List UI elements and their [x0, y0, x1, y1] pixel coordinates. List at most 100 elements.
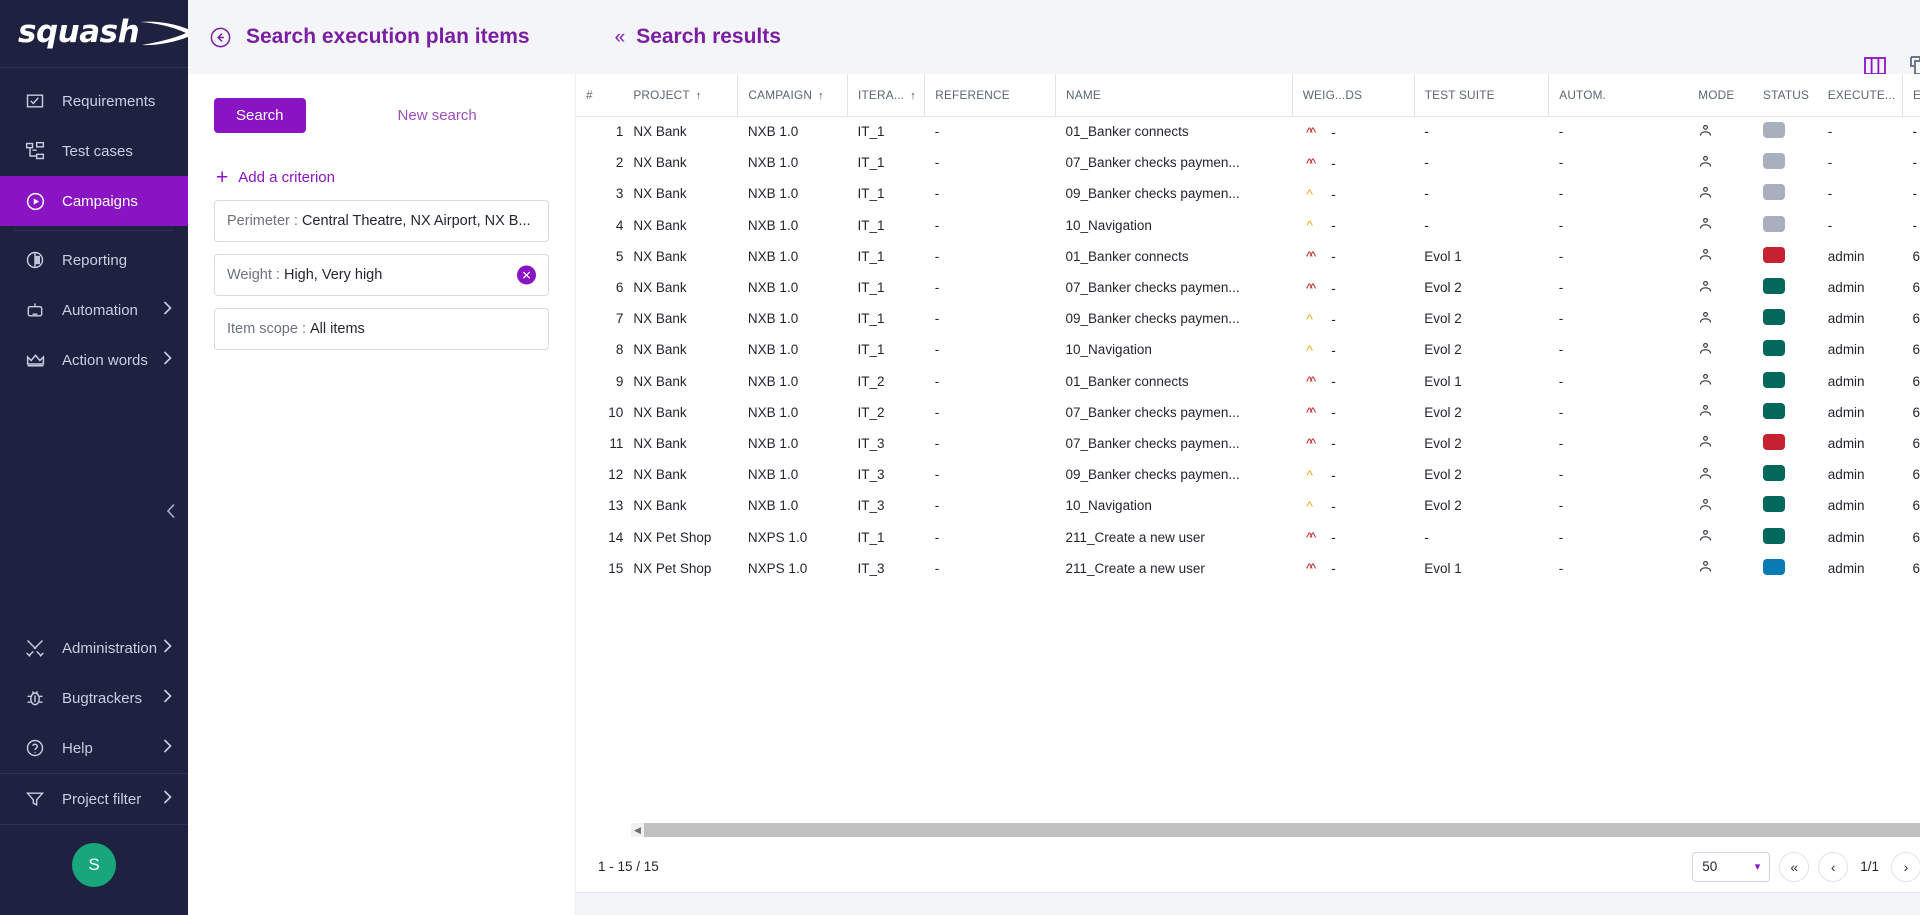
sidebar-item-automation[interactable]: Automation	[0, 285, 188, 335]
col-header-test-suite[interactable]: TEST SUITE	[1414, 74, 1549, 116]
criterion-value: Central Theatre, NX Airport, NX B...	[302, 213, 531, 229]
table-row[interactable]: 3NX BankNXB 1.0IT_1-09_Banker checks pay…	[576, 178, 1920, 209]
weight-very-high-icon: ^^	[1302, 404, 1317, 420]
sidebar-item-project-filter[interactable]: Project filter	[0, 774, 188, 824]
search-results-panel-toggle[interactable]: « Search results	[615, 25, 781, 49]
next-page-button[interactable]: ›	[1891, 852, 1920, 882]
col-label: EXECUTE...	[1828, 88, 1896, 102]
sidebar-item-label: Automation	[62, 302, 138, 319]
cell-weight-extra: -	[1331, 125, 1336, 140]
col-header-mode[interactable]: MODE	[1688, 74, 1753, 116]
search-results-title: Search results	[636, 25, 781, 49]
sidebar-item-bugtrackers[interactable]: Bugtrackers	[0, 673, 188, 723]
table-row[interactable]: 5NX BankNXB 1.0IT_1-01_Banker connects^^…	[576, 241, 1920, 272]
search-button[interactable]: Search	[214, 98, 306, 133]
first-page-button[interactable]: «	[1779, 852, 1809, 882]
table-row[interactable]: 1NX BankNXB 1.0IT_1-01_Banker connects^^…	[576, 116, 1920, 147]
weight-high-icon: ^	[1302, 498, 1317, 514]
criterion-weight[interactable]: Weight : High, Very high ✕	[214, 254, 549, 296]
add-criterion-button[interactable]: + Add a criterion	[216, 167, 549, 188]
cell-weight-extra: -	[1331, 499, 1336, 514]
sidebar-item-requirements[interactable]: Requirements	[0, 76, 188, 126]
table-row[interactable]: 4NX BankNXB 1.0IT_1-10_Navigation^-----	[576, 210, 1920, 241]
col-header-project[interactable]: PROJECT↑	[623, 74, 738, 116]
sidebar-item-label: Reporting	[62, 252, 127, 269]
scroll-left-arrow-icon[interactable]: ◀	[631, 825, 644, 836]
cell-executed-by: admin	[1818, 459, 1903, 490]
clear-criterion-button[interactable]: ✕	[517, 266, 536, 285]
app-logo[interactable]: squash	[0, 0, 188, 68]
status-badge	[1763, 122, 1785, 138]
columns-icon[interactable]	[1864, 56, 1886, 76]
col-header-iteration[interactable]: ITERA...↑	[848, 74, 925, 116]
table-row[interactable]: 13NX BankNXB 1.0IT_3-10_Navigation^-Evol…	[576, 490, 1920, 521]
footer-strip	[576, 893, 1920, 915]
cell-campaign: NXB 1.0	[738, 272, 848, 303]
table-row[interactable]: 2NX BankNXB 1.0IT_1-07_Banker checks pay…	[576, 147, 1920, 178]
sidebar-item-administration[interactable]: Administration	[0, 623, 188, 673]
criterion-item-scope[interactable]: Item scope : All items	[214, 308, 549, 350]
col-header-automation[interactable]: AUTOM.	[1549, 74, 1689, 116]
col-header-name[interactable]: NAME	[1056, 74, 1293, 116]
sidebar-divider	[14, 230, 174, 231]
cell-automation: -	[1549, 397, 1689, 428]
col-header-weight[interactable]: WEIG...DS	[1292, 74, 1414, 116]
cell-status	[1753, 272, 1818, 303]
table-row[interactable]: 12NX BankNXB 1.0IT_3-09_Banker checks pa…	[576, 459, 1920, 490]
col-header-executed-by[interactable]: EXECUTE...	[1818, 74, 1903, 116]
table-row[interactable]: 11NX BankNXB 1.0IT_3-07_Banker checks pa…	[576, 428, 1920, 459]
cell-automation: -	[1549, 272, 1689, 303]
cell-status	[1753, 210, 1818, 241]
col-label: NAME	[1066, 88, 1101, 102]
cell-campaign: NXB 1.0	[738, 147, 848, 178]
weight-very-high-icon: ^^	[1302, 529, 1317, 545]
cell-project: NX Bank	[623, 334, 738, 365]
table-row[interactable]: 8NX BankNXB 1.0IT_1-10_Navigation^-Evol …	[576, 334, 1920, 365]
chevron-right-icon	[163, 739, 172, 757]
prev-page-button[interactable]: ‹	[1818, 852, 1848, 882]
sidebar-item-label: Action words	[62, 352, 148, 369]
sidebar-collapse-toggle[interactable]	[160, 500, 182, 522]
new-search-link[interactable]: New search	[398, 107, 477, 124]
sidebar: squash Requirements Test cases	[0, 0, 188, 915]
cell-index: 5	[576, 241, 623, 272]
sidebar-item-campaigns[interactable]: Campaigns	[0, 176, 188, 226]
cell-iteration: IT_1	[848, 147, 925, 178]
table-row[interactable]: 6NX BankNXB 1.0IT_1-07_Banker checks pay…	[576, 272, 1920, 303]
col-header-campaign[interactable]: CAMPAIGN↑	[738, 74, 848, 116]
sidebar-item-action-words[interactable]: Action words	[0, 335, 188, 385]
app-root: squash Requirements Test cases	[0, 0, 1920, 915]
table-row[interactable]: 9NX BankNXB 1.0IT_2-01_Banker connects^^…	[576, 366, 1920, 397]
double-chevron-left-icon: «	[615, 28, 626, 47]
cell-campaign: NXB 1.0	[738, 241, 848, 272]
criterion-perimeter[interactable]: Perimeter : Central Theatre, NX Airport,…	[214, 200, 549, 242]
cell-reference: -	[925, 366, 1056, 397]
scrollbar-thumb[interactable]	[644, 823, 1920, 837]
col-label: TEST SUITE	[1425, 88, 1495, 102]
cell-automation: -	[1549, 210, 1689, 241]
page-size-select[interactable]: 50 ▾	[1692, 852, 1770, 882]
back-arrow-circle-icon[interactable]	[208, 25, 232, 49]
table-row[interactable]: 10NX BankNXB 1.0IT_2-07_Banker checks pa…	[576, 397, 1920, 428]
cell-status	[1753, 428, 1818, 459]
col-header-executed-on[interactable]: EXECUTED	[1902, 74, 1920, 116]
horizontal-scrollbar[interactable]: ◀ ▶	[631, 823, 1920, 837]
cell-executed-by: admin	[1818, 553, 1903, 584]
cell-executed-by: admin	[1818, 272, 1903, 303]
avatar[interactable]: S	[72, 843, 116, 887]
cell-reference: -	[925, 116, 1056, 147]
cell-name: 09_Banker checks paymen...	[1056, 459, 1293, 490]
sidebar-item-help[interactable]: Help	[0, 723, 188, 773]
table-row[interactable]: 7NX BankNXB 1.0IT_1-09_Banker checks pay…	[576, 303, 1920, 334]
cell-status	[1753, 116, 1818, 147]
table-row[interactable]: 15NX Pet ShopNXPS 1.0IT_3-211_Create a n…	[576, 553, 1920, 584]
sidebar-item-test-cases[interactable]: Test cases	[0, 126, 188, 176]
col-header-reference[interactable]: REFERENCE	[925, 74, 1056, 116]
user-avatar-row: S	[0, 825, 188, 905]
table-row[interactable]: 14NX Pet ShopNXPS 1.0IT_1-211_Create a n…	[576, 521, 1920, 552]
weight-high-icon: ^	[1302, 186, 1317, 202]
col-header-status[interactable]: STATUS	[1753, 74, 1818, 116]
sidebar-item-reporting[interactable]: Reporting	[0, 235, 188, 285]
col-header-index[interactable]: #	[576, 74, 623, 116]
cell-reference: -	[925, 553, 1056, 584]
